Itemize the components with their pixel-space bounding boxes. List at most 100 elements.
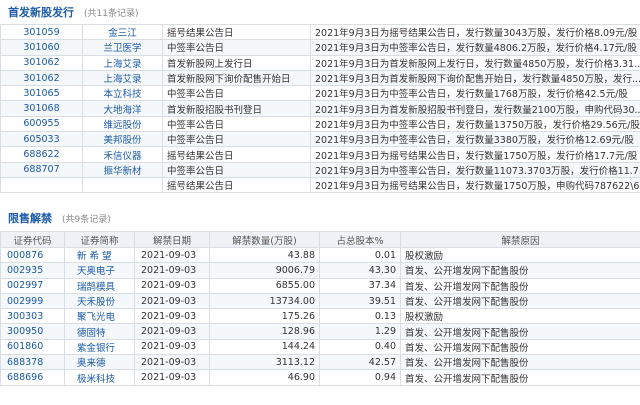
stock-name-link[interactable]: 大地海洋 (82, 100, 163, 117)
ipo-table-row: 301065 本立科技 中签率公告日 2021年9月3日为中签率公告日，发行数量176… (0, 85, 640, 102)
share-percent: 0.01 (319, 246, 401, 264)
share-percent: 37.34 (319, 277, 401, 294)
stock-code-link[interactable]: 002997 (0, 277, 65, 294)
event-type: 摇号结果公告日 (162, 146, 311, 163)
stock-code-link[interactable]: 002935 (0, 262, 65, 279)
share-percent: 0.13 (319, 308, 401, 325)
share-percent: 39.51 (319, 292, 401, 310)
stock-name-link[interactable]: 振华新材 (82, 161, 163, 178)
stock-name-link[interactable]: 本立科技 (82, 85, 163, 102)
stock-code-link[interactable]: 605033 (0, 131, 83, 148)
stock-name-link[interactable]: 兰卫医学 (82, 39, 163, 56)
ban-table-row: 002997 瑞鹄模具 2021-09-03 6855.00 37.34 首发、公开增发网… (0, 277, 640, 294)
ipo-table-row: 301059 金三江 摇号结果公告日 2021年9月3日为摇号结果公告日，发行数量30… (0, 23, 640, 41)
event-detail: 2021年9月3日为中签率公告日，发行数量4806.2万股，发行价格4.17元/… (310, 39, 640, 56)
stock-code-link[interactable]: 301068 (0, 100, 83, 117)
unlock-reason: 首发、公开增发网下配售股份 (400, 369, 640, 386)
unlock-date: 2021-09-03 (134, 308, 210, 325)
event-type: 中签率公告日 (162, 85, 311, 102)
ipo-section-header: 首发新股发行 (共11条记录) (0, 2, 640, 22)
stock-code-link[interactable]: 688622 (0, 146, 83, 163)
ban-table-row: 601860 紫金银行 2021-09-03 144.24 0.40 首发、公开增发网下配… (0, 338, 640, 356)
stock-name-link[interactable]: 聚飞光电 (64, 308, 135, 325)
ban-table-row: 002935 天奥电子 2021-09-03 9006.79 43.30 首发、公开增发网… (0, 262, 640, 279)
ipo-table-row: 301060 兰卫医学 中签率公告日 2021年9月3日为中签率公告日，发行数量480… (0, 39, 640, 56)
event-detail: 2021年9月3日为中签率公告日，发行数量11073.3703万股，发行价格11… (310, 161, 640, 178)
unlock-reason: 首发、公开增发网下配售股份 (400, 277, 640, 294)
ban-section-header: 限售解禁 (共9条记录) (0, 208, 640, 228)
unlock-date: 2021-09-03 (134, 354, 210, 371)
share-percent: 0.94 (319, 369, 401, 386)
stock-name-link[interactable]: 德固特 (64, 323, 135, 340)
ipo-section-title[interactable]: 首发新股发行 (8, 4, 74, 20)
unlock-date: 2021-09-03 (134, 246, 210, 264)
unlock-quantity: 43.88 (209, 246, 320, 264)
event-detail: 2021年9月3日为摇号结果公告日，发行数量1750万股，申购代码787622\… (310, 176, 640, 194)
header-reason: 解禁原因 (400, 231, 640, 248)
stock-name-link[interactable]: 上海艾录 (82, 69, 163, 87)
stock-code-link[interactable]: 688707 (0, 161, 83, 178)
unlock-date: 2021-09-03 (134, 369, 210, 386)
event-type: 摇号结果公告日 (162, 23, 311, 41)
ban-section-title[interactable]: 限售解禁 (8, 210, 52, 226)
event-detail: 2021年9月3日为摇号结果公告日，发行数量3043万股，发行价格8.09元/股 (310, 23, 640, 41)
stock-code-link[interactable]: 688696 (0, 369, 65, 386)
stock-code-link[interactable]: 601860 (0, 338, 65, 356)
unlock-quantity: 144.24 (209, 338, 320, 356)
stock-name-link[interactable]: 上海艾录 (82, 54, 163, 71)
unlock-date: 2021-09-03 (134, 323, 210, 340)
unlock-reason: 首发、公开增发网下配售股份 (400, 323, 640, 340)
event-detail: 2021年9月3日为中签率公告日，发行数量3380万股，发行价格12.69元/股 (310, 131, 640, 148)
share-percent: 42.57 (319, 354, 401, 371)
stock-code-link[interactable]: 600955 (0, 115, 83, 133)
stock-code-link[interactable]: 301060 (0, 39, 83, 56)
ipo-table-row: 摇号结果公告日 2021年9月3日为摇号结果公告日，发行数量1750万股，申购代码… (0, 176, 640, 194)
stock-name-link[interactable]: 瑞鹄模具 (64, 277, 135, 294)
stock-name-link[interactable]: 紫金银行 (64, 338, 135, 356)
share-percent: 1.29 (319, 323, 401, 340)
stock-code-link[interactable]: 301062 (0, 54, 83, 71)
stock-name-link[interactable]: 禾信仪器 (82, 146, 163, 163)
unlock-quantity: 3113.12 (209, 354, 320, 371)
stock-name-link[interactable]: 金三江 (82, 23, 163, 41)
share-percent: 43.30 (319, 262, 401, 279)
stock-code-link[interactable]: 301062 (0, 69, 83, 87)
event-detail: 2021年9月3日为首发新股网上发行日，发行数量4850万股，发行价格3.31.… (310, 54, 640, 71)
stock-code-link[interactable]: 002999 (0, 292, 65, 310)
unlock-date: 2021-09-03 (134, 262, 210, 279)
ipo-table-row: 688707 振华新材 中签率公告日 2021年9月3日为中签率公告日，发行数量110… (0, 161, 640, 178)
unlock-reason: 首发、公开增发网下配售股份 (400, 354, 640, 371)
event-type: 中签率公告日 (162, 39, 311, 56)
event-type: 中签率公告日 (162, 131, 311, 148)
unlock-quantity: 128.96 (209, 323, 320, 340)
stock-name-link[interactable]: 维远股份 (82, 115, 163, 133)
stock-code-link[interactable]: 300303 (0, 308, 65, 325)
stock-code-link[interactable] (0, 176, 83, 194)
event-detail: 2021年9月3日为首发新股招股书刊登日，发行数量2100万股，申购代码30..… (310, 100, 640, 117)
ipo-table-row: 301068 大地海洋 首发新股招股书刊登日 2021年9月3日为首发新股招股书刊登日… (0, 100, 640, 117)
unlock-date: 2021-09-03 (134, 338, 210, 356)
event-type: 首发新股网上发行日 (162, 54, 311, 71)
event-detail: 2021年9月3日为中签率公告日，发行数量13750万股，发行价格29.56元/… (310, 115, 640, 133)
stock-name-link[interactable]: 天奥电子 (64, 262, 135, 279)
ipo-table-row: 600955 维远股份 中签率公告日 2021年9月3日为中签率公告日，发行数量137… (0, 115, 640, 133)
ipo-table-row: 301062 上海艾录 首发新股网上发行日 2021年9月3日为首发新股网上发行日，发… (0, 54, 640, 71)
ban-table-header-row: 证券代码 证券简称 解禁日期 解禁数量(万股) 占总股本% 解禁原因 (0, 231, 640, 248)
ban-table-row: 000876 新 希 望 2021-09-03 43.88 0.01 股权激励 (0, 246, 640, 264)
stock-code-link[interactable]: 301059 (0, 23, 83, 41)
stock-name-link[interactable]: 天禾股份 (64, 292, 135, 310)
stock-name-link[interactable]: 美邦股份 (82, 131, 163, 148)
ipo-table-row: 688622 禾信仪器 摇号结果公告日 2021年9月3日为摇号结果公告日，发行数量1… (0, 146, 640, 163)
stock-code-link[interactable]: 000876 (0, 246, 65, 264)
stock-name-link[interactable]: 新 希 望 (64, 246, 135, 264)
event-type: 中签率公告日 (162, 115, 311, 133)
header-name: 证券简称 (64, 231, 135, 248)
stock-code-link[interactable]: 688378 (0, 354, 65, 371)
stock-code-link[interactable]: 301065 (0, 85, 83, 102)
stock-name-link[interactable]: 极米科技 (64, 369, 135, 386)
stock-name-link[interactable] (82, 176, 163, 194)
stock-name-link[interactable]: 奥来德 (64, 354, 135, 371)
ban-table-row: 002999 天禾股份 2021-09-03 13734.00 39.51 首发、公开增发… (0, 292, 640, 310)
stock-code-link[interactable]: 300950 (0, 323, 65, 340)
ban-record-count: (共9条记录) (62, 214, 111, 225)
